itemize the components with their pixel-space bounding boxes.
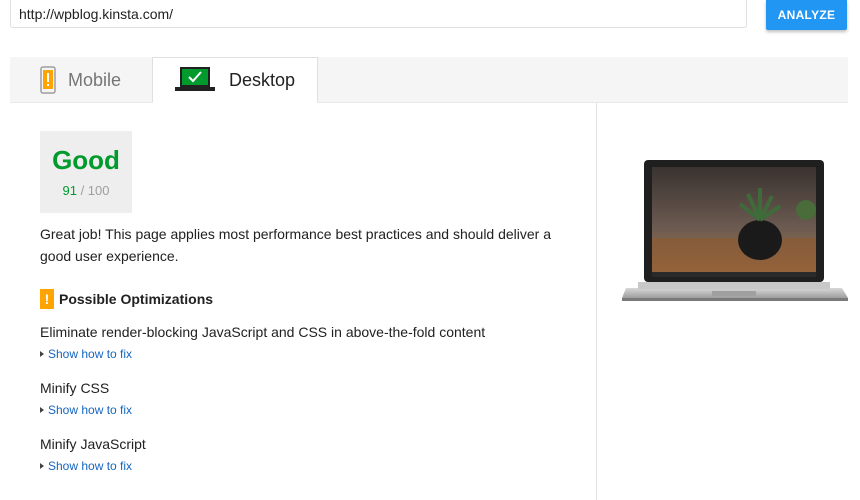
score-label: Good bbox=[52, 145, 120, 175]
score-badge: Good 91 / 100 bbox=[40, 131, 132, 213]
analyze-button[interactable]: ANALYZE bbox=[766, 0, 847, 30]
rule-title: Minify JavaScript bbox=[40, 436, 146, 452]
optimization-rule: Eliminate render-blocking JavaScript and… bbox=[40, 323, 580, 361]
optimization-rule: Minify CSS Show how to fix bbox=[40, 379, 580, 417]
rule-title: Eliminate render-blocking JavaScript and… bbox=[40, 324, 486, 340]
desktop-check-icon bbox=[175, 67, 215, 93]
mobile-warning-icon bbox=[40, 66, 56, 94]
score-max: / 100 bbox=[80, 183, 110, 198]
warning-icon: ! bbox=[40, 289, 54, 309]
show-how-to-fix-link[interactable]: Show how to fix bbox=[40, 459, 580, 473]
section-title: Possible Optimizations bbox=[59, 291, 214, 307]
show-how-to-fix-link[interactable]: Show how to fix bbox=[40, 347, 580, 361]
rule-title: Minify CSS bbox=[40, 380, 110, 396]
link-label: Show how to fix bbox=[48, 403, 133, 417]
laptop-preview-image bbox=[622, 160, 848, 301]
tab-mobile[interactable]: Mobile bbox=[40, 57, 170, 103]
tab-mobile-label: Mobile bbox=[68, 69, 122, 90]
caret-right-icon bbox=[40, 407, 44, 413]
score-line: 91 / 100 bbox=[40, 183, 132, 198]
caret-right-icon bbox=[40, 463, 44, 469]
link-label: Show how to fix bbox=[48, 459, 133, 473]
show-how-to-fix-link[interactable]: Show how to fix bbox=[40, 403, 580, 417]
link-label: Show how to fix bbox=[48, 347, 133, 361]
column-divider bbox=[596, 103, 597, 500]
summary-text: Great job! This page applies most perfor… bbox=[40, 226, 552, 264]
tab-desktop[interactable]: Desktop bbox=[152, 57, 318, 103]
caret-right-icon bbox=[40, 351, 44, 357]
tab-desktop-label: Desktop bbox=[229, 69, 296, 90]
optimization-rule: Minify JavaScript Show how to fix bbox=[40, 435, 580, 473]
score-value: 91 bbox=[62, 183, 77, 198]
device-tabs: Mobile Desktop bbox=[10, 57, 848, 103]
url-input[interactable] bbox=[10, 0, 747, 28]
optimizations-header: ! Possible Optimizations bbox=[40, 289, 213, 309]
